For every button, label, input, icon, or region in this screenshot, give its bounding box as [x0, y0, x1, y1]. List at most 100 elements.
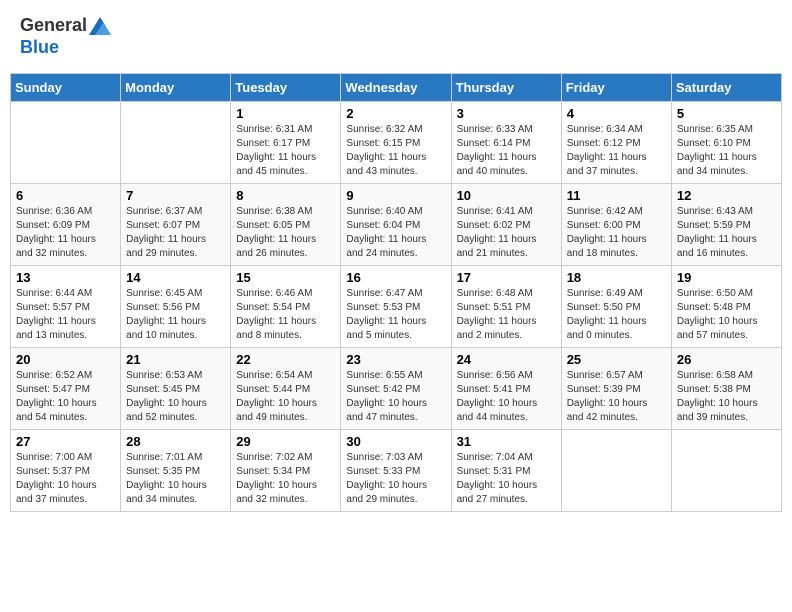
calendar-table: SundayMondayTuesdayWednesdayThursdayFrid… [10, 73, 782, 512]
header-thursday: Thursday [451, 74, 561, 102]
day-number: 16 [346, 270, 445, 285]
calendar-cell: 16 Sunrise: 6:47 AM Sunset: 5:53 PM Dayli… [341, 266, 451, 348]
day-number: 29 [236, 434, 335, 449]
day-info: Sunrise: 6:55 AM Sunset: 5:42 PM Dayligh… [346, 369, 445, 425]
day-number: 24 [457, 352, 556, 367]
calendar-cell: 7Sunrise: 6:37 AM Sunset: 6:07 PM Daylig… [121, 184, 231, 266]
header-sunday: Sunday [11, 74, 121, 102]
week-row-5: 27 Sunrise: 7:00 AM Sunset: 5:37 PM Dayli… [11, 430, 782, 512]
day-info: Sunrise: 6:54 AM Sunset: 5:44 PM Dayligh… [236, 369, 335, 425]
day-info: Sunrise: 7:00 AM Sunset: 5:37 PM Dayligh… [16, 451, 115, 507]
calendar-cell: 29 Sunrise: 7:02 AM Sunset: 5:34 PM Dayli… [231, 430, 341, 512]
day-info: Sunrise: 6:43 AM Sunset: 5:59 PM Dayligh… [677, 205, 776, 261]
day-number: 13 [16, 270, 115, 285]
day-number: 17 [457, 270, 556, 285]
calendar-cell: 15Sunrise: 6:46 AM Sunset: 5:54 PM Dayli… [231, 266, 341, 348]
calendar-cell [671, 430, 781, 512]
calendar-cell: 30 Sunrise: 7:03 AM Sunset: 5:33 PM Dayli… [341, 430, 451, 512]
calendar-cell: 11 Sunrise: 6:42 AM Sunset: 6:00 PM Dayli… [561, 184, 671, 266]
day-number: 8 [236, 188, 335, 203]
day-info: Sunrise: 7:04 AM Sunset: 5:31 PM Dayligh… [457, 451, 556, 507]
calendar-cell: 31 Sunrise: 7:04 AM Sunset: 5:31 PM Dayli… [451, 430, 561, 512]
day-number: 6 [16, 188, 115, 203]
day-number: 5 [677, 106, 776, 121]
day-info: Sunrise: 6:47 AM Sunset: 5:53 PM Dayligh… [346, 287, 445, 343]
calendar-cell: 24Sunrise: 6:56 AM Sunset: 5:41 PM Dayli… [451, 348, 561, 430]
day-number: 1 [236, 106, 335, 121]
logo-icon [89, 17, 111, 35]
day-info: Sunrise: 6:41 AM Sunset: 6:02 PM Dayligh… [457, 205, 556, 261]
day-number: 19 [677, 270, 776, 285]
page-header: General Blue [10, 10, 782, 63]
calendar-cell: 14 Sunrise: 6:45 AM Sunset: 5:56 PM Dayli… [121, 266, 231, 348]
day-number: 22 [236, 352, 335, 367]
calendar-cell [11, 102, 121, 184]
week-row-1: 1 Sunrise: 6:31 AM Sunset: 6:17 PM Daylig… [11, 102, 782, 184]
day-number: 31 [457, 434, 556, 449]
calendar-cell: 21Sunrise: 6:53 AM Sunset: 5:45 PM Dayli… [121, 348, 231, 430]
day-info: Sunrise: 6:37 AM Sunset: 6:07 PM Dayligh… [126, 205, 225, 261]
day-number: 23 [346, 352, 445, 367]
calendar-cell [561, 430, 671, 512]
calendar-cell: 12 Sunrise: 6:43 AM Sunset: 5:59 PM Dayli… [671, 184, 781, 266]
calendar-cell: 17 Sunrise: 6:48 AM Sunset: 5:51 PM Dayli… [451, 266, 561, 348]
logo-blue: Blue [20, 37, 59, 57]
day-info: Sunrise: 7:02 AM Sunset: 5:34 PM Dayligh… [236, 451, 335, 507]
day-number: 11 [567, 188, 666, 203]
day-number: 4 [567, 106, 666, 121]
day-info: Sunrise: 6:46 AM Sunset: 5:54 PM Dayligh… [236, 287, 335, 343]
calendar-cell: 28 Sunrise: 7:01 AM Sunset: 5:35 PM Dayli… [121, 430, 231, 512]
day-number: 10 [457, 188, 556, 203]
calendar-cell: 13Sunrise: 6:44 AM Sunset: 5:57 PM Dayli… [11, 266, 121, 348]
logo-general: General [20, 15, 87, 35]
day-info: Sunrise: 6:52 AM Sunset: 5:47 PM Dayligh… [16, 369, 115, 425]
day-number: 2 [346, 106, 445, 121]
header-wednesday: Wednesday [341, 74, 451, 102]
day-number: 28 [126, 434, 225, 449]
calendar-cell: 5Sunrise: 6:35 AM Sunset: 6:10 PM Daylig… [671, 102, 781, 184]
calendar-cell: 9Sunrise: 6:40 AM Sunset: 6:04 PM Daylig… [341, 184, 451, 266]
calendar-cell: 26 Sunrise: 6:58 AM Sunset: 5:38 PM Dayli… [671, 348, 781, 430]
day-info: Sunrise: 6:31 AM Sunset: 6:17 PM Dayligh… [236, 123, 335, 179]
day-info: Sunrise: 6:57 AM Sunset: 5:39 PM Dayligh… [567, 369, 666, 425]
week-row-4: 20 Sunrise: 6:52 AM Sunset: 5:47 PM Dayli… [11, 348, 782, 430]
day-number: 20 [16, 352, 115, 367]
header-saturday: Saturday [671, 74, 781, 102]
day-number: 27 [16, 434, 115, 449]
header-monday: Monday [121, 74, 231, 102]
day-number: 25 [567, 352, 666, 367]
week-row-2: 6 Sunrise: 6:36 AM Sunset: 6:09 PM Daylig… [11, 184, 782, 266]
calendar-cell: 18Sunrise: 6:49 AM Sunset: 5:50 PM Dayli… [561, 266, 671, 348]
day-number: 18 [567, 270, 666, 285]
day-number: 30 [346, 434, 445, 449]
day-info: Sunrise: 6:50 AM Sunset: 5:48 PM Dayligh… [677, 287, 776, 343]
day-number: 14 [126, 270, 225, 285]
day-number: 21 [126, 352, 225, 367]
day-info: Sunrise: 6:42 AM Sunset: 6:00 PM Dayligh… [567, 205, 666, 261]
day-info: Sunrise: 6:34 AM Sunset: 6:12 PM Dayligh… [567, 123, 666, 179]
calendar-cell [121, 102, 231, 184]
calendar-cell: 4 Sunrise: 6:34 AM Sunset: 6:12 PM Daylig… [561, 102, 671, 184]
calendar-cell: 27 Sunrise: 7:00 AM Sunset: 5:37 PM Dayli… [11, 430, 121, 512]
calendar-cell: 20 Sunrise: 6:52 AM Sunset: 5:47 PM Dayli… [11, 348, 121, 430]
calendar-cell: 22 Sunrise: 6:54 AM Sunset: 5:44 PM Dayli… [231, 348, 341, 430]
day-info: Sunrise: 6:58 AM Sunset: 5:38 PM Dayligh… [677, 369, 776, 425]
day-info: Sunrise: 7:03 AM Sunset: 5:33 PM Dayligh… [346, 451, 445, 507]
calendar-cell: 3Sunrise: 6:33 AM Sunset: 6:14 PM Daylig… [451, 102, 561, 184]
day-number: 12 [677, 188, 776, 203]
day-info: Sunrise: 6:38 AM Sunset: 6:05 PM Dayligh… [236, 205, 335, 261]
header-friday: Friday [561, 74, 671, 102]
calendar-cell: 23 Sunrise: 6:55 AM Sunset: 5:42 PM Dayli… [341, 348, 451, 430]
logo: General Blue [20, 15, 113, 58]
day-info: Sunrise: 7:01 AM Sunset: 5:35 PM Dayligh… [126, 451, 225, 507]
calendar-cell: 6 Sunrise: 6:36 AM Sunset: 6:09 PM Daylig… [11, 184, 121, 266]
day-number: 26 [677, 352, 776, 367]
day-info: Sunrise: 6:48 AM Sunset: 5:51 PM Dayligh… [457, 287, 556, 343]
header-tuesday: Tuesday [231, 74, 341, 102]
day-info: Sunrise: 6:36 AM Sunset: 6:09 PM Dayligh… [16, 205, 115, 261]
day-info: Sunrise: 6:45 AM Sunset: 5:56 PM Dayligh… [126, 287, 225, 343]
day-info: Sunrise: 6:32 AM Sunset: 6:15 PM Dayligh… [346, 123, 445, 179]
calendar-cell: 2 Sunrise: 6:32 AM Sunset: 6:15 PM Daylig… [341, 102, 451, 184]
day-info: Sunrise: 6:33 AM Sunset: 6:14 PM Dayligh… [457, 123, 556, 179]
day-number: 9 [346, 188, 445, 203]
